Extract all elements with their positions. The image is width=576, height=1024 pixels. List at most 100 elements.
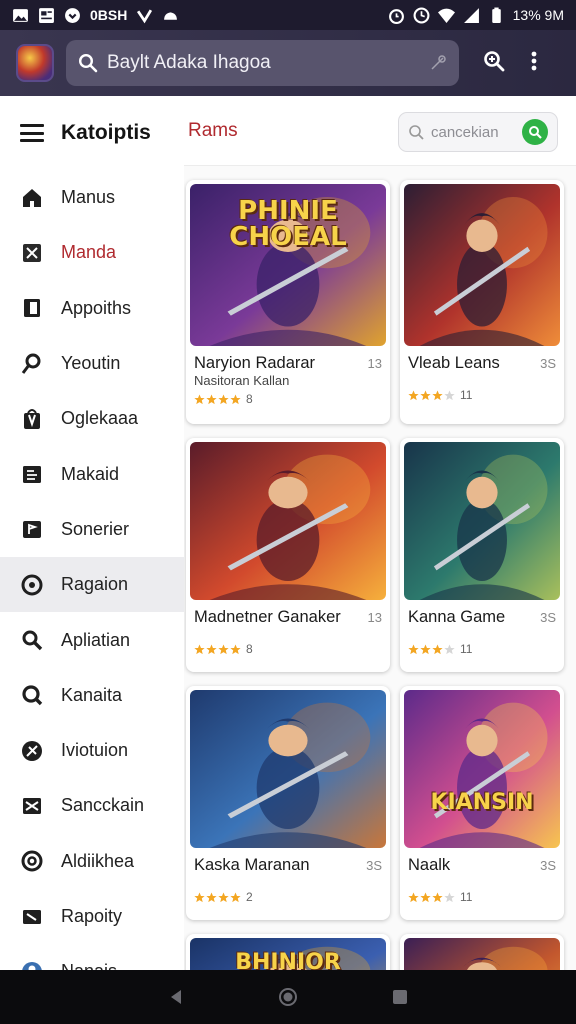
search-input[interactable]: Baylt Adaka Ihagoa (66, 40, 459, 86)
sidebar-item-label: Aldiikhea (61, 850, 135, 871)
sidebar-item-label: Apliatian (61, 629, 131, 650)
star-icon (218, 891, 229, 903)
star-icon (432, 643, 443, 655)
sidebar-item-label: Oglekaaa (61, 408, 139, 429)
game-card[interactable] (400, 934, 564, 970)
recents-button[interactable] (385, 982, 415, 1012)
sidebar-item-oglekaaa[interactable]: Oglekaaa (0, 391, 184, 446)
sidebar-item-label: Yeoutin (61, 353, 121, 374)
shuffle-icon (20, 794, 44, 818)
sidebar-item-aldiikhea[interactable]: Aldiikhea (0, 834, 184, 889)
sidebar-item-label: Kanaita (61, 684, 123, 705)
game-card[interactable]: BHINIOR (186, 934, 390, 970)
game-artwork[interactable] (404, 938, 560, 970)
at-icon (20, 849, 44, 873)
game-card[interactable]: Madnetner Ganaker 13 8 (186, 438, 390, 672)
sidebar-nav: Manus Manda Appoiths Yeoutin Oglekaaa Makaid S… (0, 170, 184, 999)
game-card[interactable]: PHINIE CHOEAL Naryion Radarar 13 Nasitoran … (186, 180, 390, 424)
clock-icon (413, 7, 430, 24)
mic-icon[interactable] (429, 54, 447, 72)
game-title: Vleab Leans (408, 354, 500, 372)
sidebar-item-sonerier[interactable]: Sonerier (0, 502, 184, 557)
sidebar-item-apliatian[interactable]: Apliatian (0, 612, 184, 667)
star-rating: 2 (194, 890, 253, 904)
search-query-text: Baylt Adaka Ihagoa (107, 52, 271, 73)
game-artwork[interactable] (190, 690, 386, 848)
sidebar-item-kanaita[interactable]: Kanaita (0, 668, 184, 723)
go-search-icon (529, 126, 542, 139)
main-header: Rams cancekian (184, 96, 576, 166)
sidebar-item-sancckain[interactable]: Sancckain (0, 778, 184, 833)
app-logo[interactable] (16, 44, 54, 82)
rating-count: 11 (460, 388, 473, 402)
sidebar-item-manus[interactable]: Manus (0, 170, 184, 225)
sidebar-item-makaid[interactable]: Makaid (0, 446, 184, 501)
sidebar-item-appoiths[interactable]: Appoiths (0, 281, 184, 336)
pocket-icon (64, 7, 81, 24)
sidebar-item-label: Sancckain (61, 795, 145, 816)
sidebar-item-yeoutin[interactable]: Yeoutin (0, 336, 184, 391)
game-title: Kanna Game (408, 608, 506, 626)
star-icon (420, 389, 431, 401)
game-artwork[interactable]: KIANSIN (404, 690, 560, 848)
page-title: Rams (188, 120, 238, 141)
star-icon (408, 389, 419, 401)
star-rating: 8 (194, 642, 253, 656)
game-artwork[interactable]: BHINIOR (190, 938, 386, 970)
game-card[interactable]: Vleab Leans 3S 11 (400, 180, 564, 424)
game-card[interactable]: Kanna Game 3S 11 (400, 438, 564, 672)
game-artwork[interactable] (404, 442, 560, 600)
game-card[interactable]: Kaska Maranan 3S 2 (186, 686, 390, 920)
sidebar-item-manda[interactable]: Manda (0, 225, 184, 280)
app-bar: Baylt Adaka Ihagoa (0, 30, 576, 96)
menu-icon[interactable] (20, 124, 44, 142)
filter-input[interactable]: cancekian (398, 112, 558, 152)
star-icon (194, 643, 205, 655)
document-icon (20, 462, 44, 486)
search-zoom-icon (20, 628, 44, 652)
game-meta: 13 (367, 356, 382, 371)
star-rating: 11 (408, 890, 472, 904)
game-art-title: BHINIOR (235, 950, 341, 971)
app-screen: 0BSH 13% 9M Baylt Adaka Ihagoa Katoiptis… (0, 0, 576, 1024)
game-meta: 3S (540, 610, 556, 625)
search-plus-button[interactable] (474, 40, 514, 86)
sidebar-item-iviotuion[interactable]: Iviotuion (0, 723, 184, 778)
filter-search-icon (408, 124, 425, 141)
status-bar: 0BSH 13% 9M (0, 0, 576, 30)
star-icon (230, 891, 241, 903)
star-icon (444, 891, 455, 903)
recents-icon (393, 990, 407, 1004)
game-title: Naryion Radarar (194, 354, 316, 372)
home-button[interactable] (273, 982, 303, 1012)
rating-count: 11 (460, 642, 473, 656)
star-icon (408, 891, 419, 903)
sidebar-title: Katoiptis (61, 121, 151, 144)
sidebar-item-rapoity[interactable]: Rapoity (0, 889, 184, 944)
news-icon (38, 7, 55, 24)
photo-icon (12, 7, 29, 24)
more-options-button[interactable] (514, 40, 554, 86)
sidebar-item-ragaion[interactable]: Ragaion (0, 557, 184, 613)
star-icon (218, 643, 229, 655)
sidebar-item-label: Manda (61, 242, 117, 263)
signal-icon (463, 7, 480, 24)
game-meta: 13 (367, 610, 382, 625)
game-card[interactable]: KIANSIN Naalk 3S 11 (400, 686, 564, 920)
star-icon (408, 643, 419, 655)
game-artwork[interactable] (404, 184, 560, 346)
back-button[interactable] (161, 982, 191, 1012)
back-icon (171, 990, 181, 1004)
bag-icon (20, 407, 44, 431)
filter-go-button[interactable] (522, 119, 548, 145)
star-icon (420, 891, 431, 903)
sidebar: Katoiptis Manus Manda Appoiths Yeoutin Oglek… (0, 96, 184, 982)
game-artwork[interactable] (190, 442, 386, 600)
game-subtitle: Nasitoran Kallan (194, 373, 290, 388)
rating-count: 11 (460, 890, 473, 904)
game-artwork[interactable]: PHINIE CHOEAL (190, 184, 386, 346)
star-rating: 8 (194, 392, 253, 406)
game-title: Kaska Maranan (194, 856, 310, 874)
wifi-icon (437, 7, 455, 24)
star-icon (230, 393, 241, 405)
